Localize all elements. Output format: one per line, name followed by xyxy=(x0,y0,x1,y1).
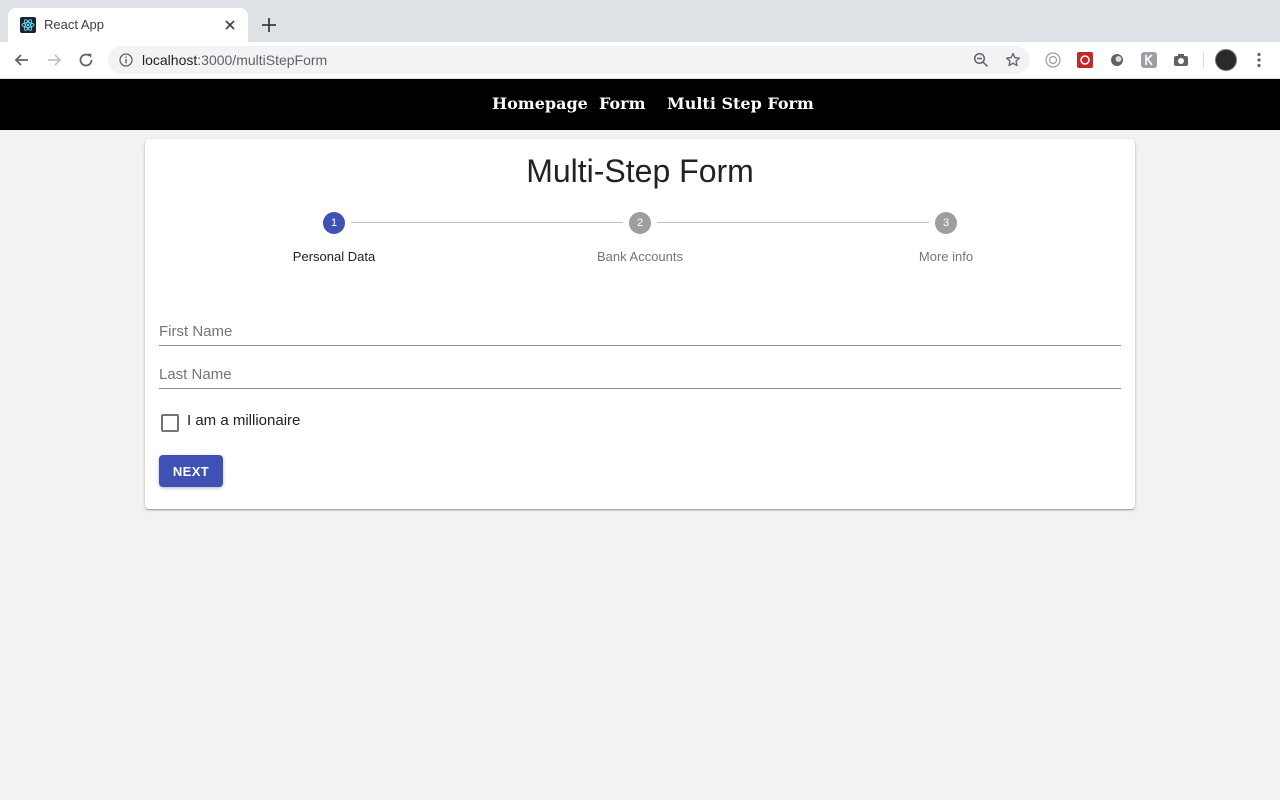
nav-link-form[interactable]: Form xyxy=(599,94,646,114)
last-name-field xyxy=(159,362,1121,389)
nav-link-multi-step-form[interactable]: Multi Step Form xyxy=(667,94,814,114)
millionaire-checkbox[interactable] xyxy=(161,414,179,432)
url-path: :3000/multiStepForm xyxy=(197,52,328,68)
app-navbar: Homepage Form Multi Step Form xyxy=(0,79,1280,130)
toolbar-divider xyxy=(1203,52,1204,68)
more-menu-icon[interactable] xyxy=(1250,51,1268,69)
step-connector xyxy=(657,222,929,223)
url-text: localhost:3000/multiStepForm xyxy=(142,52,327,68)
last-name-input[interactable] xyxy=(159,362,1121,386)
star-bookmark-icon[interactable] xyxy=(1005,52,1021,68)
zoom-out-icon[interactable] xyxy=(973,52,989,68)
first-name-field xyxy=(159,319,1121,346)
millionaire-label: I am a millionaire xyxy=(187,412,301,429)
extension-target-icon[interactable] xyxy=(1045,52,1061,68)
step-2-circle: 2 xyxy=(629,212,651,234)
page-title: Multi-Step Form xyxy=(526,153,754,189)
browser-tab-strip: React App xyxy=(0,0,1280,42)
tab-title: React App xyxy=(44,17,104,32)
forward-arrow-icon[interactable] xyxy=(44,50,64,70)
url-host: localhost xyxy=(142,52,198,68)
reload-icon[interactable] xyxy=(76,50,96,70)
back-arrow-icon[interactable] xyxy=(12,50,32,70)
step-3-circle: 3 xyxy=(935,212,957,234)
step-1-label: Personal Data xyxy=(292,249,376,264)
next-button[interactable]: NEXT xyxy=(159,455,223,487)
info-icon[interactable] xyxy=(119,53,133,67)
nav-link-homepage[interactable]: Homepage xyxy=(492,94,588,114)
step-3-label: More info xyxy=(918,249,974,264)
first-name-input[interactable] xyxy=(159,319,1121,343)
react-logo-icon xyxy=(20,17,36,33)
form-card: Multi-Step Form 1 2 3 Personal Data Bank… xyxy=(145,139,1135,509)
profile-avatar[interactable] xyxy=(1215,49,1237,71)
address-bar[interactable]: localhost:3000/multiStepForm xyxy=(108,46,1030,74)
extension-k-icon[interactable] xyxy=(1141,52,1157,68)
close-icon[interactable] xyxy=(222,17,238,33)
step-connector xyxy=(351,222,623,223)
extension-red-icon[interactable] xyxy=(1077,52,1093,68)
browser-tab[interactable]: React App xyxy=(8,8,248,42)
browser-toolbar: localhost:3000/multiStepForm xyxy=(0,42,1280,79)
camera-icon[interactable] xyxy=(1173,52,1189,68)
extension-circle-icon[interactable] xyxy=(1109,52,1125,68)
step-2-label: Bank Accounts xyxy=(597,249,683,264)
new-tab-icon[interactable] xyxy=(260,16,278,34)
step-1-circle: 1 xyxy=(323,212,345,234)
